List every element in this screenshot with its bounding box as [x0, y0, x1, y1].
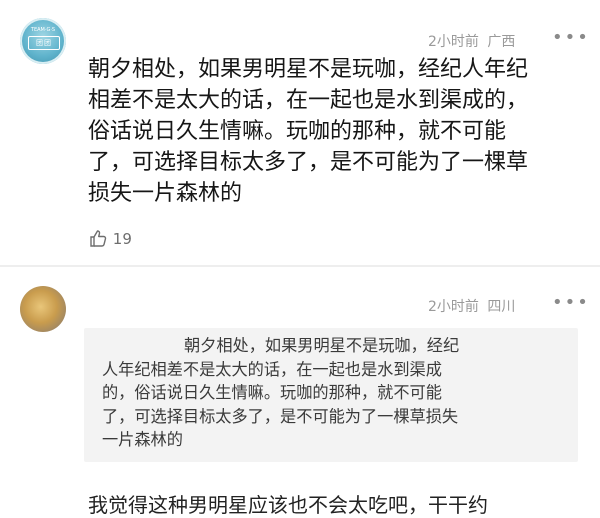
like-button[interactable]: 19 [88, 228, 132, 248]
avatar-logo: 团团 [28, 36, 60, 50]
comment-region: 四川 [487, 299, 516, 315]
comment-time: 2小时前 [428, 34, 479, 50]
quoted-text: 朝夕相处，如果男明星不是玩咖，经纪 人年纪相差不是太大的话，在一起也是水到渠成 … [102, 334, 574, 452]
comment-text-line: 损失一片森林的 [88, 181, 243, 206]
quoted-text-line: 人年纪相差不是太大的话，在一起也是水到渠成 [102, 359, 442, 379]
quoted-reply[interactable]: 朝夕相处，如果男明星不是玩咖，经纪 人年纪相差不是太大的话，在一起也是水到渠成 … [84, 328, 578, 462]
comment-meta: 2小时前 四川 [428, 296, 515, 316]
comment-divider [0, 265, 600, 267]
quoted-text-line: 朝夕相处，如果男明星不是玩咖，经纪 [184, 336, 460, 355]
like-count: 19 [112, 230, 132, 248]
quoted-text-line: 的，俗话说日久生情嘛。玩咖的那种，就不可能 [102, 383, 442, 402]
comment-time: 2小时前 [428, 299, 479, 315]
comment-text: 我觉得这种男明星应该也不会太吃吧，干干约 [88, 493, 488, 517]
comment-text-line: 了，可选择目标太多了，是不可能为了一棵草 [88, 150, 529, 175]
avatar[interactable]: TEAM·G·S 团团 [20, 18, 66, 64]
quoted-text-line: 一片森林的 [102, 430, 183, 449]
comment-text-line: 朝夕相处，如果男明星不是玩咖，经纪人年纪 [88, 57, 529, 82]
more-icon[interactable]: ••• [552, 27, 590, 48]
comment-meta: 2小时前 广西 [428, 31, 515, 51]
comment-text-line: 俗话说日久生情嘛。玩咖的那种，就不可能 [88, 119, 507, 144]
quoted-text-line: 了，可选择目标太多了，是不可能为了一棵草损失 [102, 406, 459, 426]
avatar[interactable] [20, 286, 66, 332]
comment-text-line: 相差不是太大的话，在一起也是水到渠成的， [88, 88, 529, 113]
more-icon[interactable]: ••• [552, 292, 590, 313]
comment-region: 广西 [487, 34, 516, 50]
avatar-logo-text: TEAM·G·S [30, 27, 56, 33]
thumbs-up-icon [88, 230, 113, 248]
comment-text: 朝夕相处，如果男明星不是玩咖，经纪人年纪 相差不是太大的话，在一起也是水到渠成的… [88, 54, 580, 209]
